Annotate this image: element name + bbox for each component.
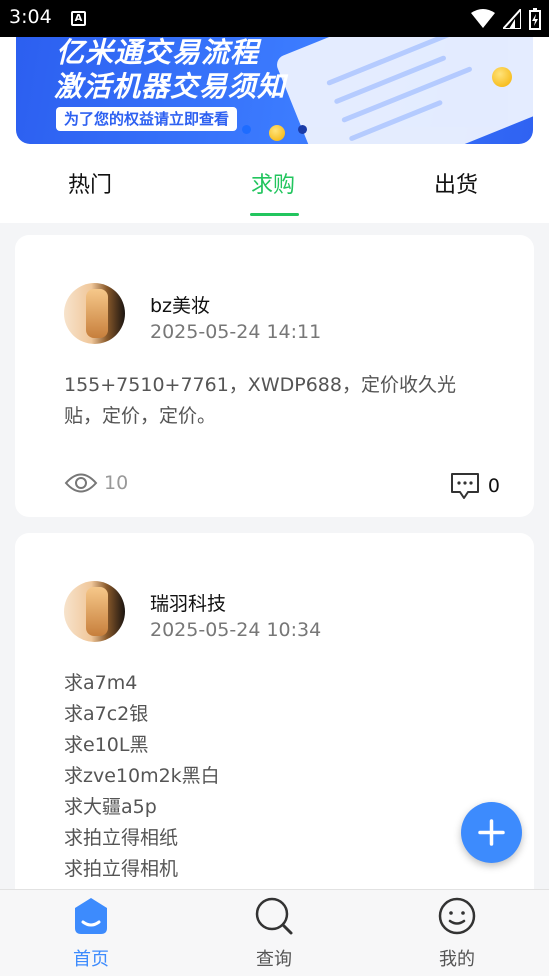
tab-selling[interactable]: 出货 xyxy=(434,167,478,199)
post-username: 瑞羽科技 xyxy=(150,593,227,615)
content-line: 求a7m4 xyxy=(64,672,138,694)
search-icon xyxy=(255,897,293,935)
signal-icon xyxy=(503,9,521,29)
banner-cta[interactable]: 为了您的权益请立即查看 xyxy=(56,107,238,131)
nav-search-label: 查询 xyxy=(256,949,292,970)
home-icon xyxy=(75,898,107,934)
notification-icon: A xyxy=(71,11,86,26)
carousel-dot[interactable] xyxy=(298,125,307,134)
post-time: 2025-05-24 10:34 xyxy=(150,619,322,641)
post-time: 2025-05-24 14:11 xyxy=(150,321,322,343)
comment-icon xyxy=(450,473,479,499)
content-line: 求大疆a5p xyxy=(64,796,157,818)
nav-search[interactable]: 查询 xyxy=(214,890,334,976)
avatar[interactable] xyxy=(64,283,125,344)
view-count-value: 10 xyxy=(104,472,129,494)
content-line: 求拍立得相机 xyxy=(64,858,179,880)
nav-profile-label: 我的 xyxy=(439,949,475,970)
carousel-dot-active[interactable] xyxy=(242,125,251,134)
banner-title-line2: 激活机器交易须知 xyxy=(54,70,287,103)
content-line: 求拍立得相纸 xyxy=(64,827,179,849)
coin-icon xyxy=(269,125,285,141)
tab-buying[interactable]: 求购 xyxy=(251,167,295,199)
view-count: 10 xyxy=(64,472,128,494)
category-tabs: 热门 求购 出货 xyxy=(0,159,549,223)
receipt-illustration xyxy=(274,37,533,144)
battery-icon xyxy=(529,8,541,30)
active-tab-indicator xyxy=(250,213,299,216)
eye-icon xyxy=(64,473,98,493)
post-card[interactable]: bz美妆 2025-05-24 14:11 155+7510+7761，XWDP… xyxy=(15,235,534,517)
nav-home[interactable]: 首页 xyxy=(31,890,151,976)
coin-icon xyxy=(492,67,512,87)
status-bar: 3:04 A xyxy=(0,0,549,37)
content-line: 求a7c2银 xyxy=(64,703,149,725)
nav-profile[interactable]: 我的 xyxy=(397,890,517,976)
comment-count-value: 0 xyxy=(487,475,500,497)
plus-icon xyxy=(478,819,505,846)
promo-banner[interactable]: 亿米通交易流程 激活机器交易须知 为了您的权益请立即查看 xyxy=(16,37,533,144)
content-line: 求zve10m2k黑白 xyxy=(64,765,220,787)
post-username: bz美妆 xyxy=(150,295,211,317)
content-line: 贴，定价，定价。 xyxy=(64,405,217,427)
status-time: 3:04 xyxy=(9,6,52,28)
post-content: 155+7510+7761，XWDP688，定价收久光 贴，定价，定价。 xyxy=(64,370,494,432)
tab-hot[interactable]: 热门 xyxy=(68,167,112,199)
profile-icon xyxy=(438,897,476,935)
add-post-button[interactable] xyxy=(461,802,522,863)
wifi-icon xyxy=(471,9,495,28)
post-content: 求a7m4 求a7c2银 求e10L黑 求zve10m2k黑白 求大疆a5p 求… xyxy=(64,668,494,885)
bottom-navigation: 首页 查询 我的 xyxy=(0,889,549,976)
avatar[interactable] xyxy=(64,581,125,642)
status-icons xyxy=(471,7,541,31)
content-line: 求e10L黑 xyxy=(64,734,149,756)
content-line: 155+7510+7761，XWDP688，定价收久光 xyxy=(64,374,456,396)
comment-count[interactable]: 0 xyxy=(450,472,500,500)
nav-home-label: 首页 xyxy=(73,949,109,970)
banner-section: 亿米通交易流程 激活机器交易须知 为了您的权益请立即查看 xyxy=(0,37,549,159)
